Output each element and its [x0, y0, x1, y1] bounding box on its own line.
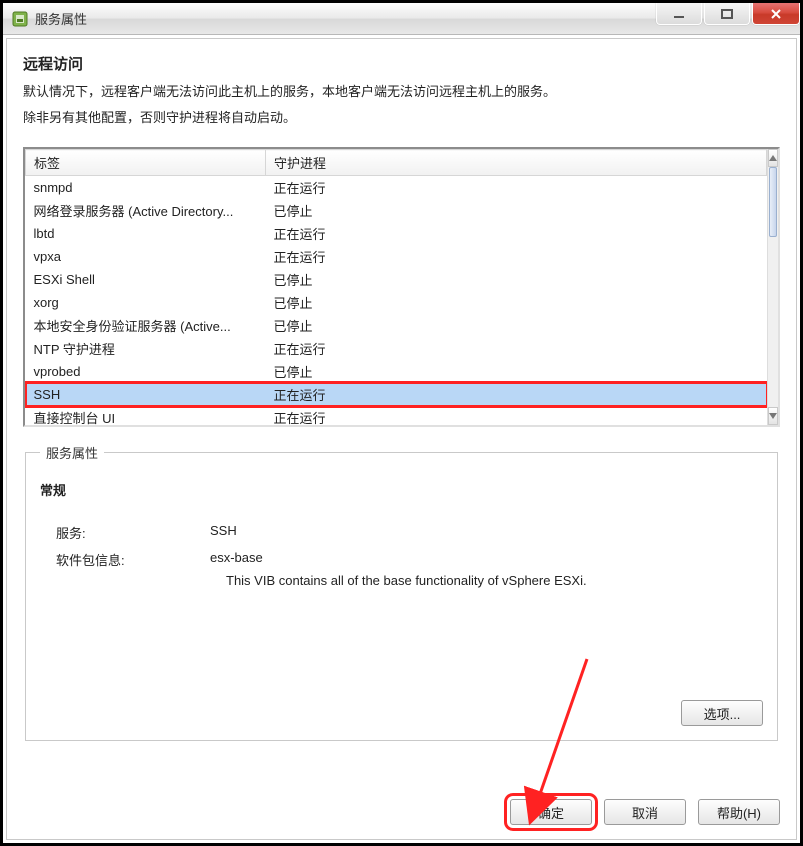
section-description-2: 除非另有其他配置，否则守护进程将自动启动。: [23, 108, 780, 128]
cell-label: vpxa: [26, 245, 266, 268]
dialog-window: 服务属性 远程访问 默认情况下，远程客户端无法访问此主机上的服务，本地客户端无法…: [0, 0, 803, 846]
table-row[interactable]: NTP 守护进程正在运行: [26, 337, 767, 360]
service-properties-group: 服务属性 常规 服务: SSH 软件包信息: esx-base This VIB…: [25, 443, 778, 741]
cell-daemon: 已停止: [266, 360, 767, 383]
cell-label: vprobed: [26, 360, 266, 383]
cell-daemon: 已停止: [266, 268, 767, 291]
table-row[interactable]: vprobed已停止: [26, 360, 767, 383]
minimize-button[interactable]: [656, 3, 702, 25]
scroll-track[interactable]: [768, 167, 778, 407]
help-button[interactable]: 帮助(H): [698, 799, 780, 825]
service-label: 服务:: [40, 523, 210, 542]
scroll-down-button[interactable]: [768, 407, 778, 425]
cell-label: lbtd: [26, 222, 266, 245]
table-row[interactable]: snmpd正在运行: [26, 176, 767, 200]
cell-daemon: 正在运行: [266, 383, 767, 406]
vertical-scrollbar[interactable]: [767, 149, 778, 425]
cell-label: 网络登录服务器 (Active Directory...: [26, 199, 266, 222]
table-row[interactable]: 网络登录服务器 (Active Directory...已停止: [26, 199, 767, 222]
dialog-footer: 确定 取消 帮助(H): [510, 799, 780, 825]
table-row[interactable]: SSH正在运行: [26, 383, 767, 406]
section-heading: 远程访问: [23, 53, 780, 74]
scroll-thumb[interactable]: [769, 167, 777, 237]
cell-label: xorg: [26, 291, 266, 314]
cell-label: SSH: [26, 383, 266, 406]
cell-daemon: 正在运行: [266, 176, 767, 200]
maximize-button[interactable]: [704, 3, 750, 25]
column-header-daemon[interactable]: 守护进程: [266, 150, 767, 176]
options-button[interactable]: 选项...: [681, 700, 763, 726]
service-value: SSH: [210, 523, 763, 538]
cell-daemon: 正在运行: [266, 245, 767, 268]
package-label: 软件包信息:: [40, 550, 210, 569]
cancel-button[interactable]: 取消: [604, 799, 686, 825]
scroll-up-button[interactable]: [768, 149, 778, 167]
table-row[interactable]: vpxa正在运行: [26, 245, 767, 268]
cell-daemon: 已停止: [266, 199, 767, 222]
table-row[interactable]: lbtd正在运行: [26, 222, 767, 245]
window-title: 服务属性: [35, 9, 87, 28]
window-controls: [656, 3, 800, 25]
section-description-1: 默认情况下，远程客户端无法访问此主机上的服务，本地客户端无法访问远程主机上的服务…: [23, 82, 780, 102]
cell-daemon: 正在运行: [266, 222, 767, 245]
services-table-container: 标签 守护进程 snmpd正在运行网络登录服务器 (Active Directo…: [23, 147, 780, 427]
table-row[interactable]: 本地安全身份验证服务器 (Active...已停止: [26, 314, 767, 337]
cell-label: snmpd: [26, 176, 266, 200]
close-button[interactable]: [752, 3, 800, 25]
cell-label: NTP 守护进程: [26, 337, 266, 360]
cell-daemon: 正在运行: [266, 337, 767, 360]
table-row[interactable]: ESXi Shell已停止: [26, 268, 767, 291]
properties-legend: 服务属性: [40, 443, 104, 462]
column-header-label[interactable]: 标签: [26, 150, 266, 176]
app-icon: [11, 10, 29, 28]
cell-label: 直接控制台 UI: [26, 406, 266, 425]
titlebar[interactable]: 服务属性: [3, 3, 800, 35]
cell-label: ESXi Shell: [26, 268, 266, 291]
package-description: This VIB contains all of the base functi…: [226, 573, 763, 588]
services-table: 标签 守护进程 snmpd正在运行网络登录服务器 (Active Directo…: [25, 149, 767, 425]
ok-button[interactable]: 确定: [510, 799, 592, 825]
cell-label: 本地安全身份验证服务器 (Active...: [26, 314, 266, 337]
services-table-scroll[interactable]: 标签 守护进程 snmpd正在运行网络登录服务器 (Active Directo…: [25, 149, 767, 425]
package-value: esx-base: [210, 550, 763, 565]
cell-daemon: 已停止: [266, 291, 767, 314]
cell-daemon: 已停止: [266, 314, 767, 337]
cell-daemon: 正在运行: [266, 406, 767, 425]
table-row[interactable]: xorg已停止: [26, 291, 767, 314]
dialog-body: 远程访问 默认情况下，远程客户端无法访问此主机上的服务，本地客户端无法访问远程主…: [6, 38, 797, 840]
table-row[interactable]: 直接控制台 UI正在运行: [26, 406, 767, 425]
properties-subheading: 常规: [40, 480, 763, 499]
